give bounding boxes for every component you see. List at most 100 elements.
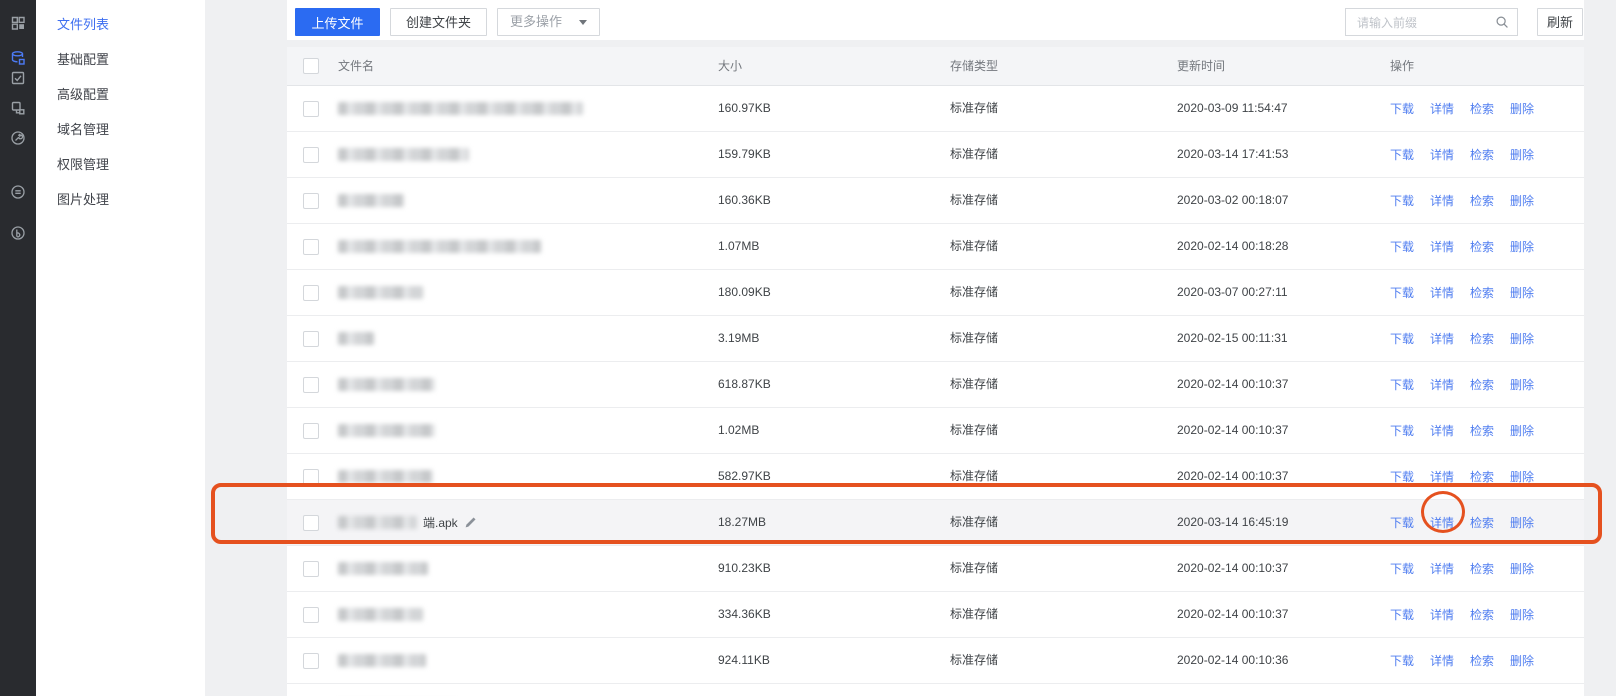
detail-link[interactable]: 详情 [1430,376,1454,393]
file-name-cell[interactable] [338,316,380,361]
delete-link[interactable]: 删除 [1510,192,1534,209]
delete-link[interactable]: 删除 [1510,652,1534,669]
row-checkbox[interactable] [303,331,319,347]
nav-item-advanced-config[interactable]: 高级配置 [36,77,205,112]
nav-item-domain-mgmt[interactable]: 域名管理 [36,112,205,147]
delete-link[interactable]: 删除 [1510,376,1534,393]
file-name-cell[interactable] [338,86,589,131]
row-checkbox[interactable] [303,423,319,439]
delete-link[interactable]: 删除 [1510,422,1534,439]
retrieve-link[interactable]: 检索 [1470,146,1494,163]
delete-link[interactable]: 删除 [1510,238,1534,255]
retrieve-link[interactable]: 检索 [1470,560,1494,577]
detail-link[interactable]: 详情 [1430,146,1454,163]
download-link[interactable]: 下载 [1390,468,1414,485]
download-link[interactable]: 下载 [1390,238,1414,255]
detail-link[interactable]: 详情 [1430,652,1454,669]
info-circle-icon[interactable] [10,225,26,241]
download-link[interactable]: 下载 [1390,192,1414,209]
download-link[interactable]: 下载 [1390,560,1414,577]
retrieve-link[interactable]: 检索 [1470,238,1494,255]
delete-link[interactable]: 删除 [1510,146,1534,163]
delete-link[interactable]: 删除 [1510,284,1534,301]
row-checkbox[interactable] [303,147,319,163]
retrieve-link[interactable]: 检索 [1470,652,1494,669]
row-checkbox[interactable] [303,561,319,577]
detail-link[interactable]: 详情 [1430,192,1454,209]
create-folder-button[interactable]: 创建文件夹 [390,8,487,36]
prefix-search-input[interactable] [1355,10,1494,36]
download-link[interactable]: 下载 [1390,146,1414,163]
row-checkbox[interactable] [303,285,319,301]
upload-file-button[interactable]: 上传文件 [295,8,380,36]
overview-grid-icon[interactable] [10,15,26,31]
nav-item-permission-mgmt[interactable]: 权限管理 [36,147,205,182]
row-checkbox[interactable] [303,239,319,255]
file-name-cell[interactable] [338,178,410,223]
download-link[interactable]: 下载 [1390,606,1414,623]
monitor-icon[interactable] [10,184,26,200]
file-name-cell[interactable] [338,638,432,683]
file-name-cell[interactable] [338,408,441,453]
retrieve-link[interactable]: 检索 [1470,468,1494,485]
storage-bucket-icon[interactable] [10,50,26,66]
download-link[interactable]: 下载 [1390,514,1414,531]
download-link[interactable]: 下载 [1390,330,1414,347]
task-check-icon[interactable] [10,70,26,86]
row-checkbox[interactable] [303,515,319,531]
file-name-cell[interactable] [338,454,439,499]
more-actions-dropdown[interactable]: 更多操作 [497,8,600,36]
retrieve-link[interactable]: 检索 [1470,514,1494,531]
row-checkbox[interactable] [303,377,319,393]
download-link[interactable]: 下载 [1390,284,1414,301]
row-checkbox[interactable] [303,193,319,209]
nav-item-file-list[interactable]: 文件列表 [36,7,205,42]
detail-link[interactable]: 详情 [1430,422,1454,439]
file-name-cell[interactable] [338,132,475,177]
nav-item-basic-config[interactable]: 基础配置 [36,42,205,77]
row-checkbox[interactable] [303,101,319,117]
row-checkbox[interactable] [303,469,319,485]
delete-link[interactable]: 删除 [1510,514,1534,531]
file-name-cell[interactable] [338,684,462,696]
download-link[interactable]: 下载 [1390,376,1414,393]
tools-wrench-icon[interactable] [10,130,26,146]
file-name-cell[interactable] [338,224,547,269]
detail-link[interactable]: 详情 [1430,330,1454,347]
detail-link[interactable]: 详情 [1430,560,1454,577]
search-icon[interactable] [1495,15,1509,29]
detail-link[interactable]: 详情 [1430,100,1454,117]
delete-link[interactable]: 删除 [1510,330,1534,347]
detail-link[interactable]: 详情 [1430,514,1454,531]
retrieve-link[interactable]: 检索 [1470,100,1494,117]
file-name-cell[interactable]: 端.apk [338,500,477,545]
download-link[interactable]: 下载 [1390,100,1414,117]
retrieve-link[interactable]: 检索 [1470,422,1494,439]
retrieve-link[interactable]: 检索 [1470,606,1494,623]
delete-link[interactable]: 删除 [1510,560,1534,577]
file-name-cell[interactable] [338,546,434,591]
detail-link[interactable]: 详情 [1430,284,1454,301]
detail-link[interactable]: 详情 [1430,606,1454,623]
delete-link[interactable]: 删除 [1510,606,1534,623]
file-name-cell[interactable] [338,362,441,407]
row-checkbox[interactable] [303,653,319,669]
retrieve-link[interactable]: 检索 [1470,376,1494,393]
detail-link[interactable]: 详情 [1430,468,1454,485]
relation-icon[interactable] [10,100,26,116]
retrieve-link[interactable]: 检索 [1470,330,1494,347]
retrieve-link[interactable]: 检索 [1470,192,1494,209]
nav-item-image-process[interactable]: 图片处理 [36,182,205,217]
edit-name-icon[interactable] [464,516,477,529]
detail-link[interactable]: 详情 [1430,238,1454,255]
download-link[interactable]: 下载 [1390,652,1414,669]
refresh-button[interactable]: 刷新 [1537,8,1583,36]
delete-link[interactable]: 删除 [1510,468,1534,485]
row-checkbox[interactable] [303,607,319,623]
delete-link[interactable]: 删除 [1510,100,1534,117]
download-link[interactable]: 下载 [1390,422,1414,439]
retrieve-link[interactable]: 检索 [1470,284,1494,301]
file-name-cell[interactable] [338,592,429,637]
select-all-checkbox[interactable] [303,58,319,74]
file-name-cell[interactable] [338,270,429,315]
